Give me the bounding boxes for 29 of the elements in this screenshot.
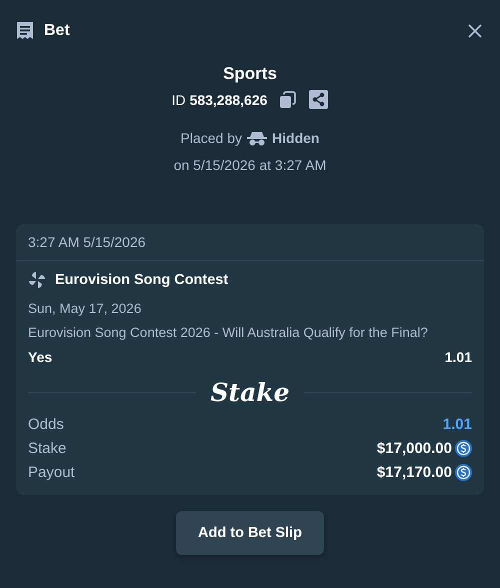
pinwheel-icon <box>28 271 46 289</box>
id-label: ID <box>172 92 186 108</box>
amount-value: $17,000.00 <box>376 440 452 457</box>
dialog-title: Bet <box>44 22 71 40</box>
share-button[interactable] <box>309 90 328 109</box>
outcome-name: Yes <box>28 349 52 365</box>
outcome-odds: 1.01 <box>444 349 472 365</box>
bet-id: 583,288,626 <box>190 92 268 108</box>
coin-icon <box>455 440 472 457</box>
brand-logo: Stake <box>210 380 290 404</box>
summary-label: Odds <box>28 416 64 433</box>
odds-value: 1.01 <box>442 416 472 433</box>
amount-value: $17,170.00 <box>376 464 452 481</box>
incognito-icon <box>247 130 268 146</box>
bet-category: Sports <box>223 64 277 84</box>
placed-by-user: Hidden <box>272 130 320 146</box>
event-name: Eurovision Song Contest <box>55 272 228 288</box>
placed-date: on 5/15/2026 at 3:27 AM <box>174 157 326 173</box>
bet-timestamp: 3:27 AM 5/15/2026 <box>16 224 484 261</box>
placed-by-label: Placed by <box>180 130 242 146</box>
copy-button[interactable] <box>279 90 298 108</box>
add-to-bet-slip-button[interactable]: Add to Bet Slip <box>176 511 324 555</box>
close-button[interactable] <box>466 22 484 40</box>
summary-label: Payout <box>28 464 75 481</box>
event-date: Sun, May 17, 2026 <box>28 301 142 316</box>
coin-icon <box>455 464 472 481</box>
receipt-icon <box>16 21 34 41</box>
market-name: Eurovision Song Contest 2026 - Will Australia Qualify for the Final? <box>28 325 429 340</box>
summary-label: Stake <box>28 440 66 457</box>
